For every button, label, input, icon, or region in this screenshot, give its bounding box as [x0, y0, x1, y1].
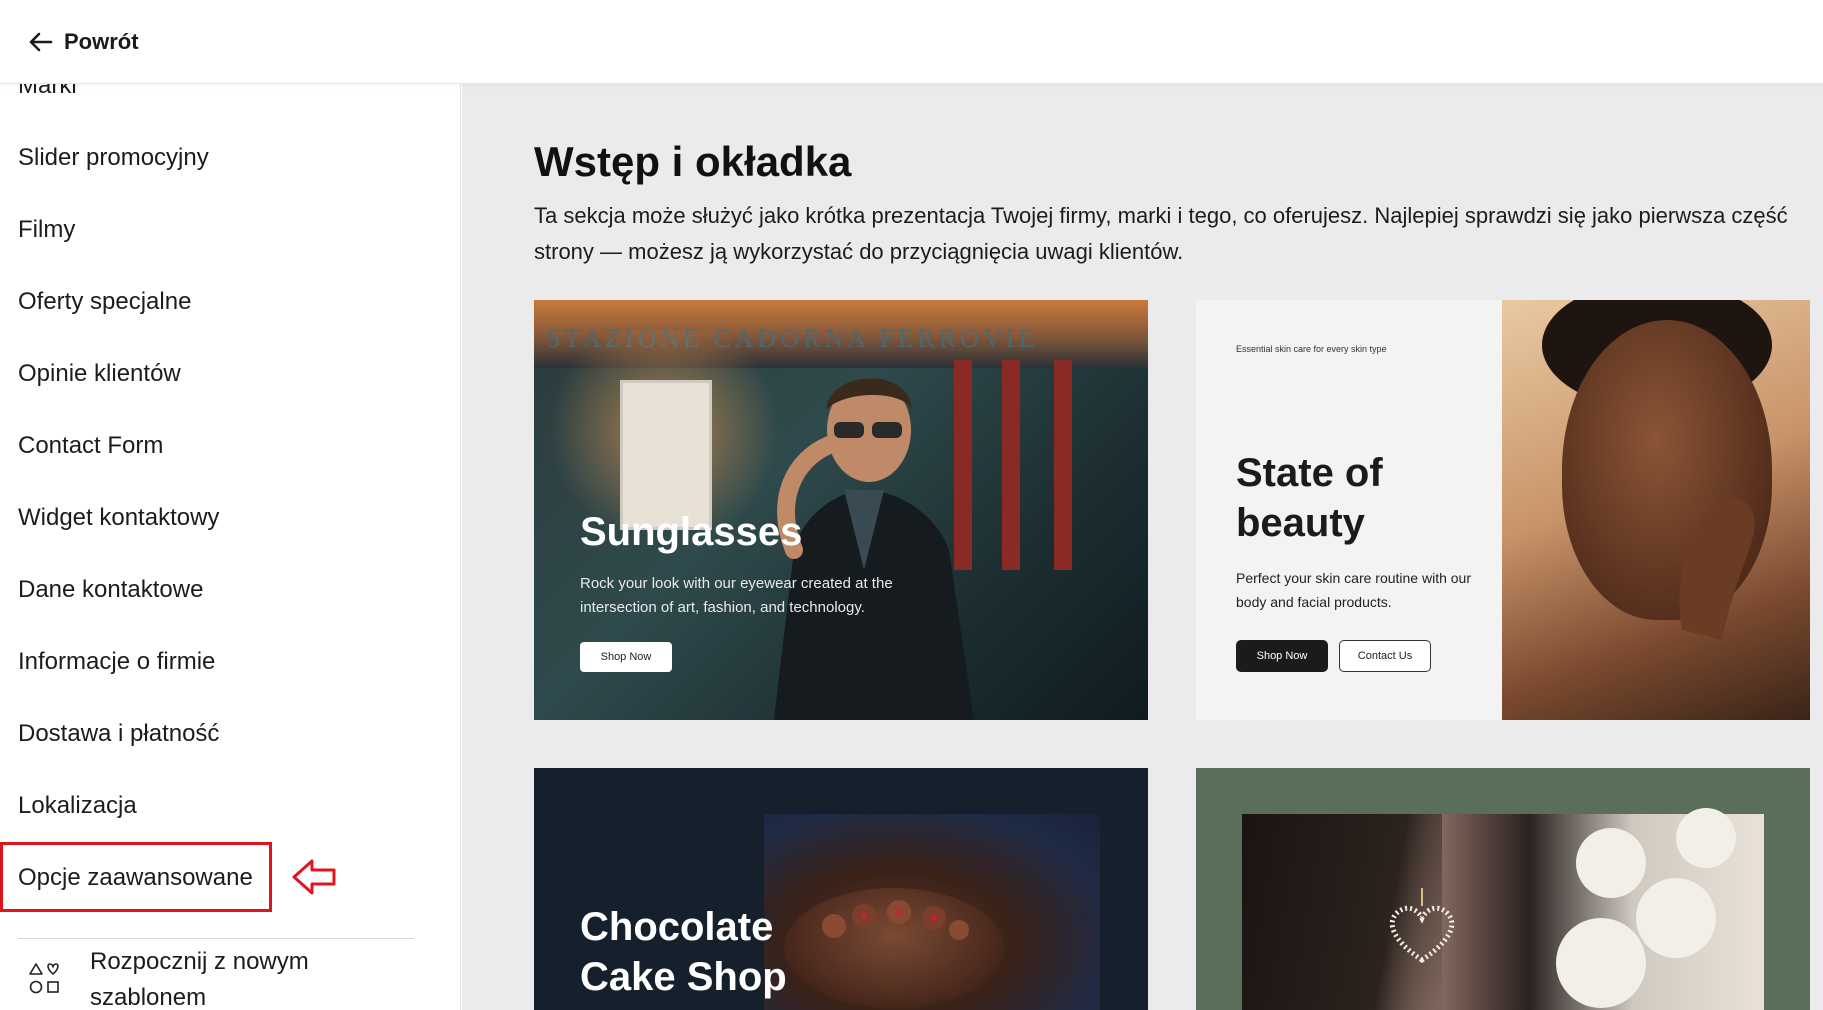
back-label: Powrót [64, 29, 139, 54]
flower [1636, 878, 1716, 958]
template-card-state-of-beauty[interactable]: Essential skin care for every skin type … [1196, 300, 1810, 720]
highlight-annotation-box [0, 842, 272, 912]
heart-earring-icon [1389, 888, 1455, 964]
page-title: Wstęp i okładka [534, 138, 852, 185]
card-title: Chocolate Cake Shop [580, 905, 787, 999]
back-button[interactable]: Powrót [26, 26, 139, 58]
sidebar-divider [18, 938, 414, 939]
card-subtitle: Rock your look with our eyewear created … [580, 575, 893, 616]
sidebar: Marki Slider promocyjny Filmy Oferty spe… [0, 84, 461, 1010]
contact-us-button[interactable]: Contact Us [1339, 640, 1431, 672]
new-template-label: Rozpocznij z nowym szablonem [90, 948, 309, 1010]
sidebar-item-opinie-klientow[interactable]: Opinie klientów [18, 360, 181, 388]
sidebar-item-contact-form[interactable]: Contact Form [18, 432, 163, 460]
pillar [1054, 360, 1072, 570]
template-card-jewelry[interactable] [1196, 768, 1810, 1010]
shop-now-button[interactable]: Shop Now [580, 642, 672, 672]
card-text-panel: Essential skin care for every skin type … [1196, 300, 1502, 720]
sidebar-item-oferty-specjalne[interactable]: Oferty specjalne [18, 288, 191, 316]
card-subtitle: Perfect your skin care routine with our … [1236, 570, 1471, 610]
card-title: Sunglasses [580, 510, 803, 554]
flower [1576, 828, 1646, 898]
sidebar-item-slider-promocyjny[interactable]: Slider promocyjny [18, 144, 209, 172]
poster [620, 380, 712, 530]
red-arrow-annotation-icon [292, 859, 336, 895]
new-template-button[interactable]: Rozpocznij z nowym szablonem [28, 944, 330, 1010]
woman-portrait-image [1502, 300, 1810, 720]
top-bar: Powrót [0, 0, 1823, 84]
sidebar-item-dostawa-i-platnosc[interactable]: Dostawa i płatność [18, 720, 219, 748]
sidebar-item-informacje-o-firmie[interactable]: Informacje o firmie [18, 648, 215, 676]
arrow-left-icon [29, 32, 53, 52]
flower [1556, 918, 1646, 1008]
shapes-icon [29, 963, 59, 994]
hand-shape [1679, 497, 1755, 640]
template-card-chocolate-cake-shop[interactable]: Chocolate Cake Shop [534, 768, 1148, 1010]
sidebar-item-widget-kontaktowy[interactable]: Widget kontaktowy [18, 504, 219, 532]
pillar [1002, 360, 1020, 570]
card-title: State of beauty [1236, 451, 1383, 545]
template-card-sunglasses[interactable]: STAZIONE CADORNA FERROVIE Sunglasses Roc… [534, 300, 1148, 720]
sidebar-item-lokalizacja[interactable]: Lokalizacja [18, 792, 137, 820]
sidebar-item-dane-kontaktowe[interactable]: Dane kontaktowe [18, 576, 203, 604]
flower [1676, 808, 1736, 868]
sidebar-item-filmy[interactable]: Filmy [18, 216, 75, 244]
card-tagline: Essential skin care for every skin type [1236, 344, 1387, 354]
main-content: Wstęp i okładka Ta sekcja może służyć ja… [462, 84, 1823, 1010]
page-description: Ta sekcja może służyć jako krótka prezen… [534, 203, 1788, 264]
shop-now-button[interactable]: Shop Now [1236, 640, 1328, 672]
sidebar-item-marki[interactable]: Marki [18, 84, 77, 100]
